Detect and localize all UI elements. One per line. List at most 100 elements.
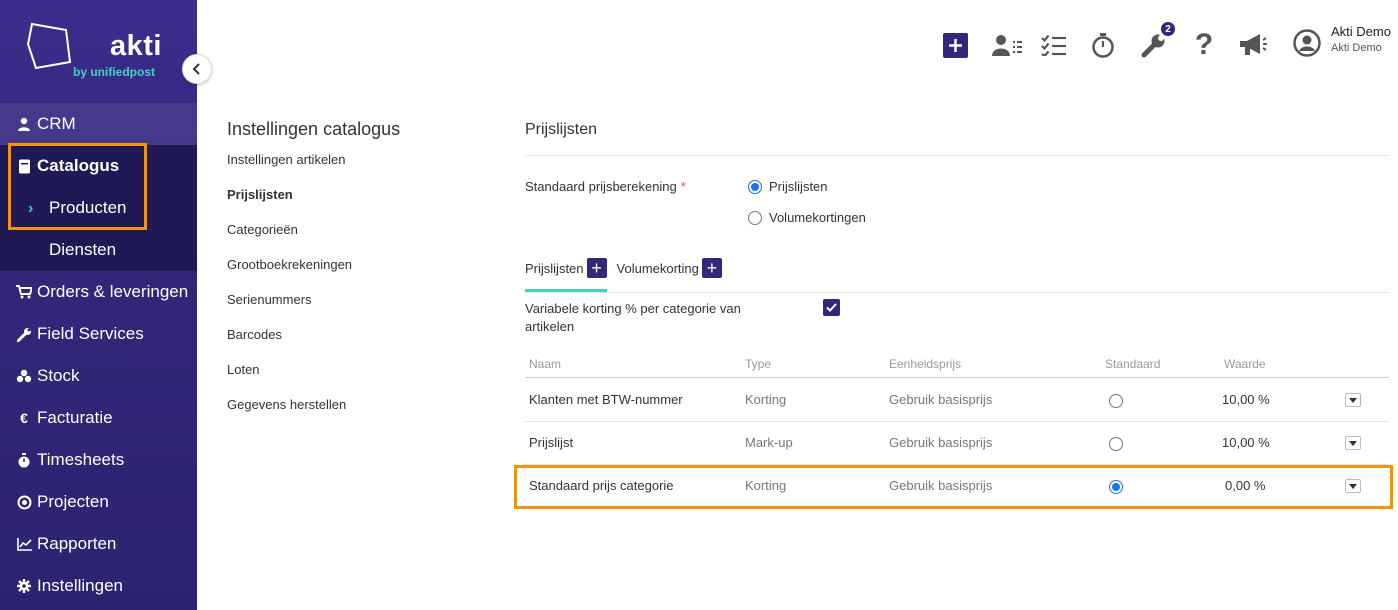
- header-divider: [525, 377, 1389, 378]
- add-button[interactable]: [941, 28, 969, 62]
- plus-icon: +: [706, 257, 718, 278]
- plus-icon: [942, 32, 968, 58]
- option-volumekortingen[interactable]: Volumekortingen: [748, 210, 866, 225]
- announcements-button[interactable]: [1237, 28, 1269, 62]
- settings-item-barcodes[interactable]: Barcodes: [227, 327, 352, 362]
- option-prijslijsten[interactable]: Prijslijsten: [748, 179, 828, 194]
- add-volumekorting-button[interactable]: +: [701, 257, 722, 278]
- nav-sub-label: Diensten: [49, 240, 117, 259]
- logo-shape-icon: [26, 22, 72, 70]
- table-row-name[interactable]: Klanten met BTW-nummer: [529, 392, 683, 407]
- column-header-naam: Naam: [529, 357, 562, 371]
- user-avatar[interactable]: [1292, 26, 1322, 60]
- brand-name: akti: [110, 30, 162, 62]
- nav-rapporten[interactable]: Rapporten: [0, 523, 197, 565]
- sidebar: akti by unifiedpost CRM Catalogus › Prod…: [0, 0, 197, 610]
- tab-volumekorting[interactable]: Volumekorting +: [617, 257, 722, 279]
- brand-subtitle: by unifiedpost: [73, 65, 155, 79]
- table-row-type: Mark-up: [745, 435, 793, 450]
- chevron-left-icon: [192, 63, 200, 75]
- row-standard-radio[interactable]: [1109, 437, 1123, 451]
- nav-crm[interactable]: CRM: [0, 103, 197, 145]
- nav-label: Projecten: [37, 492, 109, 511]
- nav-orders[interactable]: Orders & leveringen: [0, 271, 197, 313]
- wrench-icon: [1141, 34, 1165, 58]
- nav-diensten[interactable]: Diensten: [0, 229, 197, 271]
- nav-label: CRM: [37, 114, 76, 133]
- add-prijslijst-button[interactable]: +: [586, 257, 607, 278]
- notification-badge: 2: [1161, 22, 1175, 36]
- row-actions-dropdown[interactable]: [1345, 393, 1361, 407]
- settings-item-grootboekrekeningen[interactable]: Grootboekrekeningen: [227, 257, 352, 292]
- tools-button[interactable]: 2: [1140, 22, 1175, 62]
- tasks-button[interactable]: [1040, 28, 1068, 62]
- checklist-icon: [1041, 34, 1066, 56]
- row-standard-radio[interactable]: [1109, 394, 1123, 408]
- column-header-eenheidsprijs: Eenheidsprijs: [889, 357, 962, 371]
- nav-label: Timesheets: [37, 450, 125, 469]
- table-row-value: 10,00 %: [1222, 435, 1270, 450]
- price-calc-label-text: Standaard prijsberekening: [525, 179, 677, 194]
- table-row-type: Korting: [745, 392, 787, 407]
- stopwatch-icon: [1092, 33, 1114, 58]
- nav-label: Facturatie: [37, 408, 113, 427]
- wrench-icon: [16, 326, 32, 342]
- row-actions-dropdown[interactable]: [1345, 436, 1361, 450]
- stopwatch-icon: [16, 452, 32, 468]
- column-header-type: Type: [745, 357, 772, 371]
- sidebar-collapse-button[interactable]: [182, 54, 212, 84]
- nav-facturatie[interactable]: € Facturatie: [0, 397, 197, 439]
- option-label: Volumekortingen: [769, 210, 866, 225]
- akti-logo[interactable]: akti by unifiedpost: [26, 22, 176, 82]
- user-company: Akti Demo: [1331, 42, 1382, 54]
- column-header-waarde: Waarde: [1224, 357, 1266, 371]
- user-icon: [16, 116, 32, 132]
- question-icon: ?: [1194, 28, 1214, 61]
- required-marker: *: [680, 179, 686, 194]
- nav-label: Rapporten: [37, 534, 117, 553]
- settings-item-loten[interactable]: Loten: [227, 362, 352, 397]
- nav-label: Instellingen: [37, 576, 124, 595]
- target-icon: [16, 494, 32, 510]
- user-circle-icon: [1293, 29, 1321, 57]
- chart-icon: [16, 536, 32, 552]
- radio-unselected[interactable]: [748, 210, 762, 225]
- tab-label: Prijslijsten: [525, 260, 584, 276]
- option-label: Prijslijsten: [769, 179, 828, 194]
- contacts-button[interactable]: [990, 28, 1024, 62]
- radio-selected[interactable]: [748, 179, 762, 194]
- settings-item-gegevens-herstellen[interactable]: Gegevens herstellen: [227, 397, 352, 432]
- settings-item-categorieen[interactable]: Categorieën: [227, 222, 352, 257]
- nav-field-services[interactable]: Field Services: [0, 313, 197, 355]
- settings-title: Instellingen catalogus: [227, 119, 401, 139]
- nav-label: Orders & leveringen: [37, 282, 189, 301]
- contacts-list-icon: [992, 35, 1022, 56]
- nav-instellingen[interactable]: Instellingen: [0, 565, 197, 607]
- settings-item-artikelen[interactable]: Instellingen artikelen: [227, 152, 352, 187]
- tabs-divider: [525, 292, 1389, 293]
- nav-projecten[interactable]: Projecten: [0, 481, 197, 523]
- table-row-unit: Gebruik basisprijs: [889, 392, 993, 407]
- variable-discount-checkbox[interactable]: [823, 299, 840, 316]
- tab-label: Volumekorting: [616, 260, 699, 276]
- price-calc-label: Standaard prijsberekening *: [525, 179, 686, 194]
- page-title: Prijslijsten: [525, 121, 598, 138]
- nav-label: Field Services: [37, 324, 144, 343]
- timer-button[interactable]: [1089, 28, 1117, 62]
- plus-icon: +: [591, 257, 602, 278]
- nav-label: Stock: [37, 366, 80, 385]
- user-name[interactable]: Akti Demo: [1331, 24, 1391, 39]
- boxes-icon: [16, 368, 32, 384]
- nav-stock[interactable]: Stock: [0, 355, 197, 397]
- help-button[interactable]: ?: [1190, 28, 1218, 62]
- table-row-unit: Gebruik basisprijs: [889, 435, 993, 450]
- settings-item-prijslijsten[interactable]: Prijslijsten: [227, 187, 352, 222]
- column-header-standaard: Standaard: [1105, 357, 1161, 371]
- tab-prijslijsten[interactable]: Prijslijsten +: [525, 257, 607, 279]
- settings-menu: Instellingen artikelen Prijslijsten Cate…: [227, 152, 352, 432]
- checkmark-icon: [826, 303, 837, 312]
- row-highlight-box: [514, 465, 1393, 509]
- table-row-name[interactable]: Prijslijst: [529, 435, 573, 450]
- nav-timesheets[interactable]: Timesheets: [0, 439, 197, 481]
- settings-item-serienummers[interactable]: Serienummers: [227, 292, 352, 327]
